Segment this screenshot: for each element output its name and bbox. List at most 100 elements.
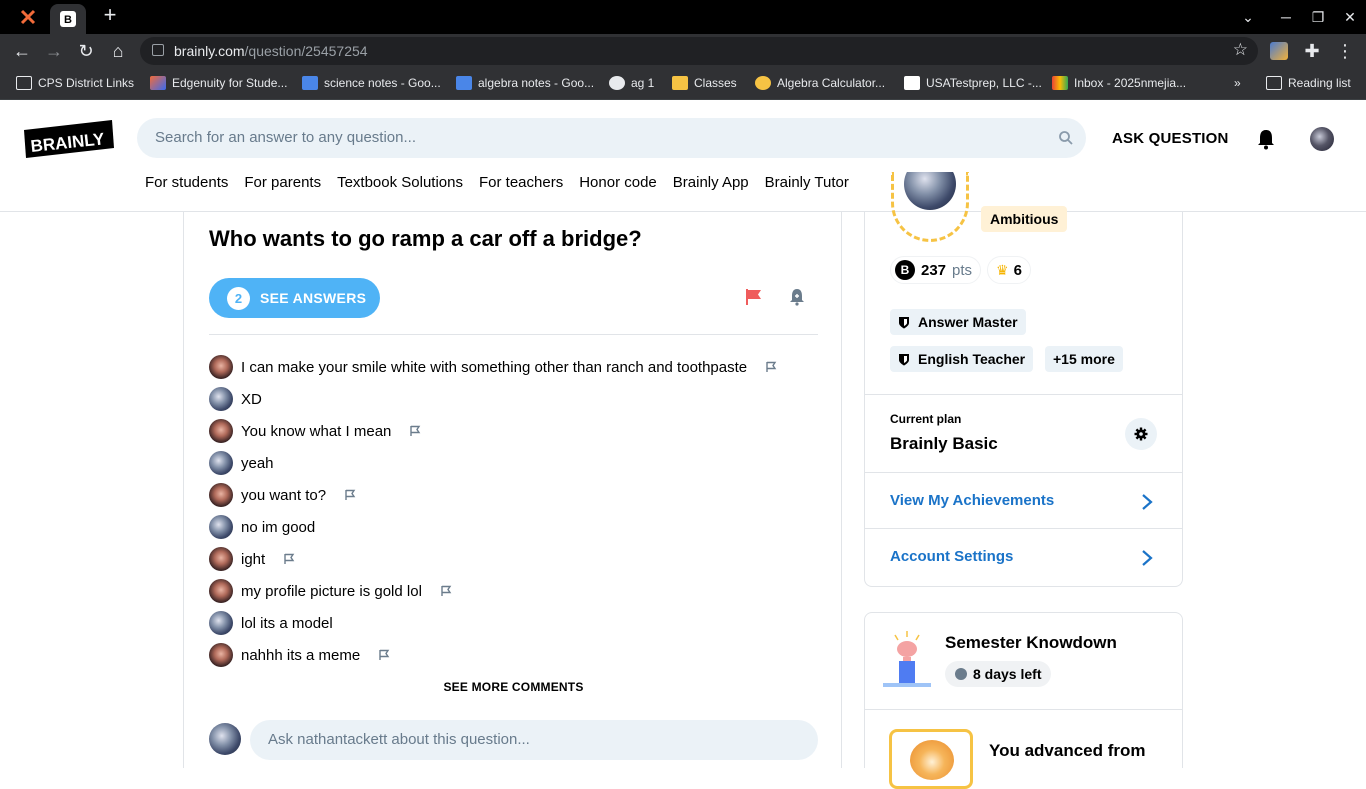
brain-trophy-icon	[883, 631, 931, 687]
badge-answer-master[interactable]: Answer Master	[890, 309, 1026, 335]
report-flag-icon[interactable]	[745, 288, 763, 306]
bookmark-algebra-notes[interactable]: algebra notes - Goo...	[456, 76, 594, 90]
points-badge: B 237 pts	[890, 256, 982, 284]
folder-icon	[16, 76, 32, 90]
bookmark-classes[interactable]: Classes	[672, 76, 737, 90]
gmail-icon	[1052, 76, 1068, 90]
bookmark-ag1[interactable]: ag 1	[609, 76, 654, 90]
search-icon[interactable]	[1058, 130, 1074, 146]
report-flag-icon[interactable]	[283, 553, 295, 565]
tab-edgenuity[interactable]	[12, 2, 44, 32]
url-text: brainly.com/question/25457254	[174, 43, 368, 59]
more-bookmarks-button[interactable]: »	[1234, 76, 1241, 90]
days-left-badge: 8 days left	[945, 661, 1052, 687]
extension-icon[interactable]	[1270, 42, 1288, 60]
comment-avatar[interactable]	[209, 483, 233, 507]
nav-for-teachers[interactable]: For teachers	[479, 174, 563, 191]
nav-brainly-tutor[interactable]: Brainly Tutor	[765, 174, 849, 191]
notifications-bell-icon[interactable]	[1256, 128, 1276, 150]
user-avatar[interactable]	[1310, 127, 1334, 151]
semester-knowdown-card[interactable]: Semester Knowdown 8 days left You advanc…	[864, 612, 1183, 789]
new-tab-button[interactable]: +	[98, 4, 122, 28]
reload-button[interactable]: ↻	[74, 39, 98, 63]
minimize-button[interactable]: ─	[1272, 6, 1300, 28]
bookmark-inbox[interactable]: Inbox - 2025nmejia...	[1052, 76, 1186, 90]
comment-avatar[interactable]	[209, 451, 233, 475]
ask-question-button[interactable]: ASK QUESTION	[1112, 130, 1229, 147]
bookmark-science-notes[interactable]: science notes - Goo...	[302, 76, 441, 90]
nav-brainly-app[interactable]: Brainly App	[673, 174, 749, 191]
badge-label: Answer Master	[918, 314, 1018, 330]
see-more-comments-button[interactable]: SEE MORE COMMENTS	[184, 680, 843, 694]
bookmark-edgenuity[interactable]: Edgenuity for Stude...	[150, 76, 287, 90]
extensions-puzzle-icon[interactable]: ✚	[1300, 39, 1324, 63]
divider	[865, 472, 1182, 473]
comment-text: XD	[241, 390, 262, 408]
plan-settings-button[interactable]	[1125, 418, 1157, 450]
comment-avatar[interactable]	[209, 547, 233, 571]
follow-bell-icon[interactable]	[788, 288, 806, 306]
report-flag-icon[interactable]	[378, 649, 390, 661]
back-button[interactable]: ←	[10, 39, 34, 63]
profile-card: Ambitious B 237 pts ♛ 6 Answer Master En…	[864, 172, 1183, 587]
comment-avatar[interactable]	[209, 611, 233, 635]
points-value: 237	[921, 261, 947, 279]
badge-english-teacher[interactable]: English Teacher	[890, 346, 1034, 372]
comment-avatar[interactable]	[209, 515, 233, 539]
account-settings-link[interactable]: Account Settings	[890, 548, 1013, 565]
tab-brainly[interactable]: B	[50, 4, 86, 34]
nav-for-students[interactable]: For students	[145, 174, 228, 191]
search-input[interactable]: Search for an answer to any question...	[137, 118, 1086, 158]
forward-button[interactable]: →	[42, 39, 66, 63]
comment-input[interactable]: Ask nathantackett about this question...	[250, 720, 818, 760]
report-flag-icon[interactable]	[344, 489, 356, 501]
report-flag-icon[interactable]	[765, 361, 777, 373]
bookmark-star-icon[interactable]: ☆	[1233, 40, 1248, 60]
reading-list-button[interactable]: Reading list	[1266, 76, 1351, 90]
comment-avatar[interactable]	[209, 643, 233, 667]
brainly-logo[interactable]: BRAINLY	[24, 118, 114, 158]
crowns-value: 6	[1013, 261, 1022, 279]
profile-avatar[interactable]	[904, 172, 956, 210]
comment-row: you want to?	[209, 479, 829, 511]
bookmark-cps[interactable]: CPS District Links	[16, 76, 134, 90]
nav-for-parents[interactable]: For parents	[244, 174, 321, 191]
comment-avatar[interactable]	[209, 419, 233, 443]
browser-menu-icon[interactable]: ⋮	[1333, 39, 1357, 63]
comment-row: yeah	[209, 447, 829, 479]
nav-honor-code[interactable]: Honor code	[579, 174, 657, 191]
rank-badge: Ambitious	[981, 206, 1068, 232]
bookmark-algebra-calculator[interactable]: Algebra Calculator...	[755, 76, 885, 90]
comment-avatar[interactable]	[209, 387, 233, 411]
home-button[interactable]: ⌂	[106, 39, 130, 63]
close-window-button[interactable]: ✕	[1336, 6, 1364, 28]
comment-row: XD	[209, 383, 829, 415]
bookmarks-bar: CPS District Links Edgenuity for Stude..…	[0, 68, 1366, 100]
nav-textbook-solutions[interactable]: Textbook Solutions	[337, 174, 463, 191]
comment-avatar[interactable]	[209, 355, 233, 379]
comment-text: nahhh its a meme	[241, 646, 361, 664]
view-achievements-link[interactable]: View My Achievements	[890, 492, 1054, 509]
chevron-right-icon[interactable]	[1141, 549, 1153, 567]
browser-toolbar: ← → ↻ ⌂ brainly.com/question/25457254 ☆ …	[0, 34, 1366, 68]
report-flag-icon[interactable]	[409, 425, 421, 437]
calculator-icon	[755, 76, 771, 90]
tab-search-chevron-icon[interactable]: ⌄	[1234, 6, 1262, 28]
site-info-icon[interactable]	[152, 44, 164, 56]
badge-label: English Teacher	[918, 351, 1026, 367]
see-answers-button[interactable]: 2 SEE ANSWERS	[209, 278, 380, 318]
comment-text: yeah	[241, 454, 274, 472]
comment-avatar[interactable]	[209, 579, 233, 603]
bookmark-usatestprep[interactable]: USATestprep, LLC -...	[904, 76, 1042, 90]
restore-button[interactable]: ❐	[1304, 6, 1332, 28]
crown-icon: ♛	[996, 261, 1009, 278]
google-docs-icon	[456, 76, 472, 90]
google-classroom-icon	[672, 76, 688, 90]
report-flag-icon[interactable]	[440, 585, 452, 597]
divider	[865, 528, 1182, 529]
comment-row: my profile picture is gold lol	[209, 575, 829, 607]
profile-avatar-ring	[891, 172, 969, 242]
more-badges-button[interactable]: +15 more	[1045, 346, 1123, 372]
chevron-right-icon[interactable]	[1141, 493, 1153, 511]
address-bar[interactable]: brainly.com/question/25457254 ☆	[140, 37, 1258, 65]
